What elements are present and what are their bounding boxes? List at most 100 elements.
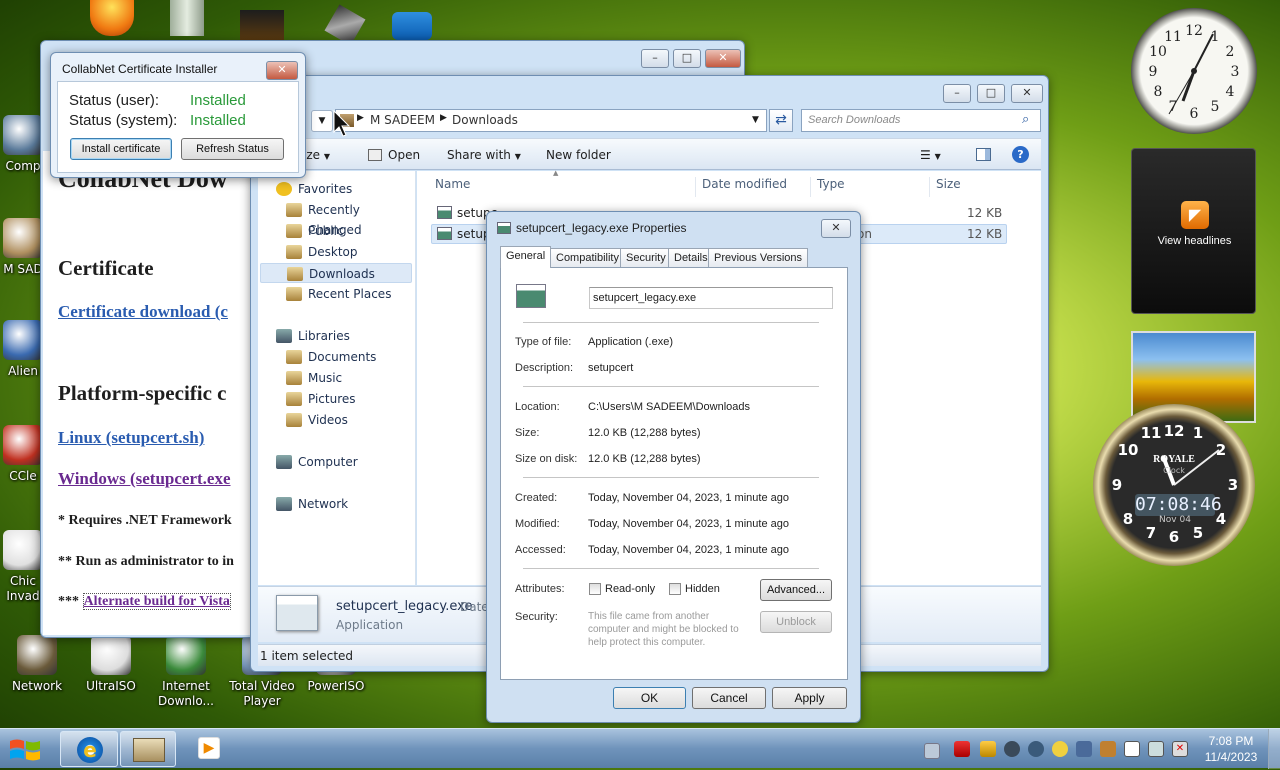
tab-details[interactable]: Details [668, 248, 714, 267]
browser-maximize-button[interactable]: □ [673, 49, 701, 68]
column-header-date[interactable]: Date modified [695, 177, 787, 197]
open-button[interactable]: Open [388, 148, 420, 162]
rss-view-headlines[interactable]: View headlines [1132, 235, 1257, 247]
nav-item-network[interactable]: Network [276, 494, 348, 514]
column-header-name[interactable]: Name [435, 177, 470, 191]
help-icon[interactable]: ? [1012, 146, 1029, 163]
nav-item-music[interactable]: Music [286, 368, 342, 388]
tools-tray-icon[interactable] [1100, 741, 1116, 757]
advanced-button[interactable]: Advanced... [760, 579, 832, 601]
taskbar-date[interactable]: 11/4/2023 [1196, 750, 1266, 764]
general-tab-panel: setupcert_legacy.exe Type of file: Appli… [500, 267, 848, 680]
search-input[interactable]: Search Downloads ⌕ [801, 109, 1041, 132]
refresh-button[interactable]: ⇄ [769, 109, 793, 132]
address-bar[interactable]: ▶ M SADEEM ▶ Downloads ▼ [335, 109, 767, 132]
folder-icon [286, 392, 302, 406]
view-options-icon[interactable]: ☰ ▼ [920, 148, 941, 162]
desktop-icon-firefox-partial[interactable] [90, 0, 134, 36]
desktop-icon[interactable]: Network [0, 635, 74, 694]
separator [523, 386, 819, 387]
nav-item-libraries[interactable]: Libraries [276, 326, 350, 346]
hidden-checkbox[interactable] [669, 583, 681, 595]
breadcrumb-downloads[interactable]: Downloads [452, 113, 518, 127]
nav-item-public[interactable]: Public [286, 221, 344, 241]
certificate-download-link[interactable]: Certificate download (c [58, 302, 228, 322]
analog-clock-gadget[interactable]: 121234567891011 [1131, 8, 1257, 134]
taskbar-media-button[interactable]: ▶ [196, 735, 224, 763]
explorer-minimize-button[interactable]: – [943, 84, 971, 103]
readonly-checkbox[interactable] [589, 583, 601, 595]
svg-text:6: 6 [1169, 528, 1179, 546]
tab-compatibility[interactable]: Compatibility [550, 248, 625, 267]
hidden-label[interactable]: Hidden [685, 583, 720, 595]
nav-item-downloads[interactable]: Downloads [260, 263, 412, 283]
column-header-size[interactable]: Size [929, 177, 961, 197]
taskbar-explorer-button[interactable] [120, 731, 176, 767]
flag-tray-icon[interactable] [1124, 741, 1140, 757]
windows-link[interactable]: Windows (setupcert.exe [58, 469, 231, 489]
browser-close-button[interactable]: ✕ [705, 49, 741, 68]
shield-tray-icon[interactable] [954, 741, 970, 757]
unblock-button[interactable]: Unblock [760, 611, 832, 633]
filename-field[interactable]: setupcert_legacy.exe [589, 287, 833, 309]
security-tray-icon[interactable] [980, 741, 996, 757]
linux-link[interactable]: Linux (setupcert.sh) [58, 428, 204, 448]
nav-item-recently-changed[interactable]: Recently Changed [286, 200, 415, 237]
search-icon[interactable]: ⌕ [1022, 112, 1029, 127]
tab-general[interactable]: General [500, 246, 552, 268]
installer-window[interactable]: CollabNet Certificate Installer ✕ Status… [50, 52, 306, 178]
column-header-type[interactable]: Type [810, 177, 845, 197]
location-label: Location: [515, 401, 560, 413]
keyboard-tray-icon[interactable] [924, 743, 940, 759]
tab-previous-versions[interactable]: Previous Versions [708, 248, 809, 267]
refresh-status-button[interactable]: Refresh Status [181, 138, 284, 160]
tab-security[interactable]: Security [620, 248, 672, 267]
update-tray-icon[interactable] [1028, 741, 1044, 757]
svg-text:4: 4 [1226, 84, 1235, 100]
installer-close-button[interactable]: ✕ [266, 61, 298, 80]
show-desktop-button[interactable] [1268, 729, 1280, 769]
nav-item-recent-places[interactable]: Recent Places [286, 284, 391, 304]
royale-clock-gadget[interactable]: 12 2 3 4 6 8 9 10 1 11 5 7 ROYALE Clock 07:08:46 No… [1093, 404, 1255, 566]
desktop-icon[interactable]: UltraISO [74, 635, 148, 694]
size-on-disk-label: Size on disk: [515, 453, 578, 465]
browser-minimize-button[interactable]: – [641, 49, 669, 68]
nav-item-desktop[interactable]: Desktop [286, 242, 358, 262]
messenger-tray-icon[interactable] [1052, 741, 1068, 757]
volume-muted-tray-icon[interactable]: ✕ [1172, 741, 1188, 757]
desktop-icon-teamviewer-partial[interactable] [392, 12, 432, 40]
taskbar-time[interactable]: 7:08 PM [1196, 734, 1266, 748]
desktop-icon[interactable]: Internet Downlo... [149, 635, 223, 709]
new-folder-button[interactable]: New folder [546, 148, 611, 162]
network-tray-icon[interactable] [1148, 741, 1164, 757]
game-tray-icon[interactable] [1076, 741, 1092, 757]
taskbar-ie-button[interactable]: e [60, 731, 118, 767]
desktop-icon-media-partial[interactable] [240, 10, 284, 40]
windows-logo-icon [10, 739, 40, 761]
nav-item-favorites[interactable]: Favorites [276, 179, 352, 199]
nav-item-computer[interactable]: Computer [276, 452, 358, 472]
organize-button[interactable]: ize ▼ [303, 148, 330, 162]
properties-dialog[interactable]: setupcert_legacy.exe Properties ✕ Genera… [486, 211, 861, 723]
start-button[interactable] [2, 731, 54, 767]
share-with-button[interactable]: Share with ▼ [447, 148, 521, 162]
breadcrumb-m-sadeem[interactable]: M SADEEM [370, 113, 435, 127]
nav-item-videos[interactable]: Videos [286, 410, 348, 430]
explorer-maximize-button[interactable]: □ [977, 84, 1005, 103]
nav-item-pictures[interactable]: Pictures [286, 389, 356, 409]
address-dropdown-icon[interactable]: ▼ [752, 115, 759, 125]
vista-build-link[interactable]: Alternate build for Vista [82, 593, 231, 610]
back-forward-dropdown[interactable]: ▼ [311, 110, 333, 132]
cancel-button[interactable]: Cancel [692, 687, 766, 709]
readonly-label[interactable]: Read-only [605, 583, 655, 595]
nav-item-documents[interactable]: Documents [286, 347, 376, 367]
explorer-close-button[interactable]: ✕ [1011, 84, 1043, 103]
rss-headlines-gadget[interactable]: ◤ View headlines [1131, 148, 1256, 314]
properties-close-button[interactable]: ✕ [821, 219, 851, 238]
ok-button[interactable]: OK [613, 687, 686, 709]
preview-pane-icon[interactable] [976, 148, 991, 161]
install-certificate-button[interactable]: Install certificate [70, 138, 172, 160]
desktop-icon-recycle-partial[interactable] [170, 0, 204, 36]
disk-tray-icon[interactable] [1004, 741, 1020, 757]
apply-button[interactable]: Apply [772, 687, 847, 709]
